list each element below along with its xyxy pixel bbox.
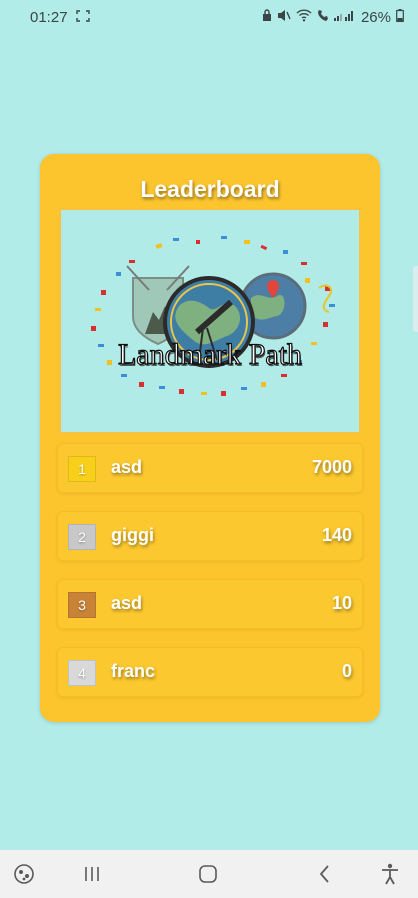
player-score: 10	[331, 593, 352, 613]
player-score: 0	[341, 661, 352, 681]
rank-badge: 3	[68, 592, 96, 618]
player-name: giggi	[111, 525, 154, 545]
edge-panel-handle[interactable]	[413, 266, 418, 332]
recent-apps-icon[interactable]	[80, 862, 104, 886]
rank-badge: 1	[68, 456, 96, 482]
mute-icon	[277, 9, 291, 26]
leaderboard-row: 2 giggi 140	[57, 511, 363, 561]
battery-level: 26%	[360, 8, 391, 26]
accessibility-icon[interactable]	[378, 862, 402, 886]
player-name: asd	[111, 593, 143, 613]
leaderboard-row: 1 asd 7000	[57, 443, 363, 493]
leaderboard-list: 1 asd 7000 2 giggi 140 3 asd 10 4 franc …	[57, 443, 363, 715]
game-launcher-icon[interactable]	[12, 862, 36, 886]
status-bar: 01:27 26%	[0, 0, 418, 34]
rank-badge: 4	[68, 660, 96, 686]
battery-icon	[396, 8, 404, 26]
signal-icon	[333, 9, 356, 26]
banner-title: Landmark Path	[118, 338, 302, 371]
wifi-icon	[296, 8, 312, 26]
leaderboard-row: 4 franc 0	[57, 647, 363, 697]
home-icon[interactable]	[196, 862, 220, 886]
back-icon[interactable]	[313, 862, 337, 886]
leaderboard-row: 3 asd 10	[57, 579, 363, 629]
navigation-bar	[0, 850, 418, 898]
lock-icon	[262, 8, 272, 26]
landmark-path-logo: Landmark Path Landmark Path	[59, 208, 361, 434]
player-score: 140	[321, 525, 352, 545]
player-name: franc	[111, 661, 156, 681]
screenshot-icon	[75, 9, 90, 26]
player-score: 7000	[311, 457, 352, 477]
call-icon	[317, 9, 329, 26]
player-name: asd	[111, 457, 143, 477]
leaderboard-title: Leaderboard	[140, 176, 280, 202]
clock: 01:27	[30, 8, 68, 26]
rank-badge: 2	[68, 524, 96, 550]
leaderboard-card: Leaderboard Landmark Path Landmark Path …	[40, 154, 380, 722]
